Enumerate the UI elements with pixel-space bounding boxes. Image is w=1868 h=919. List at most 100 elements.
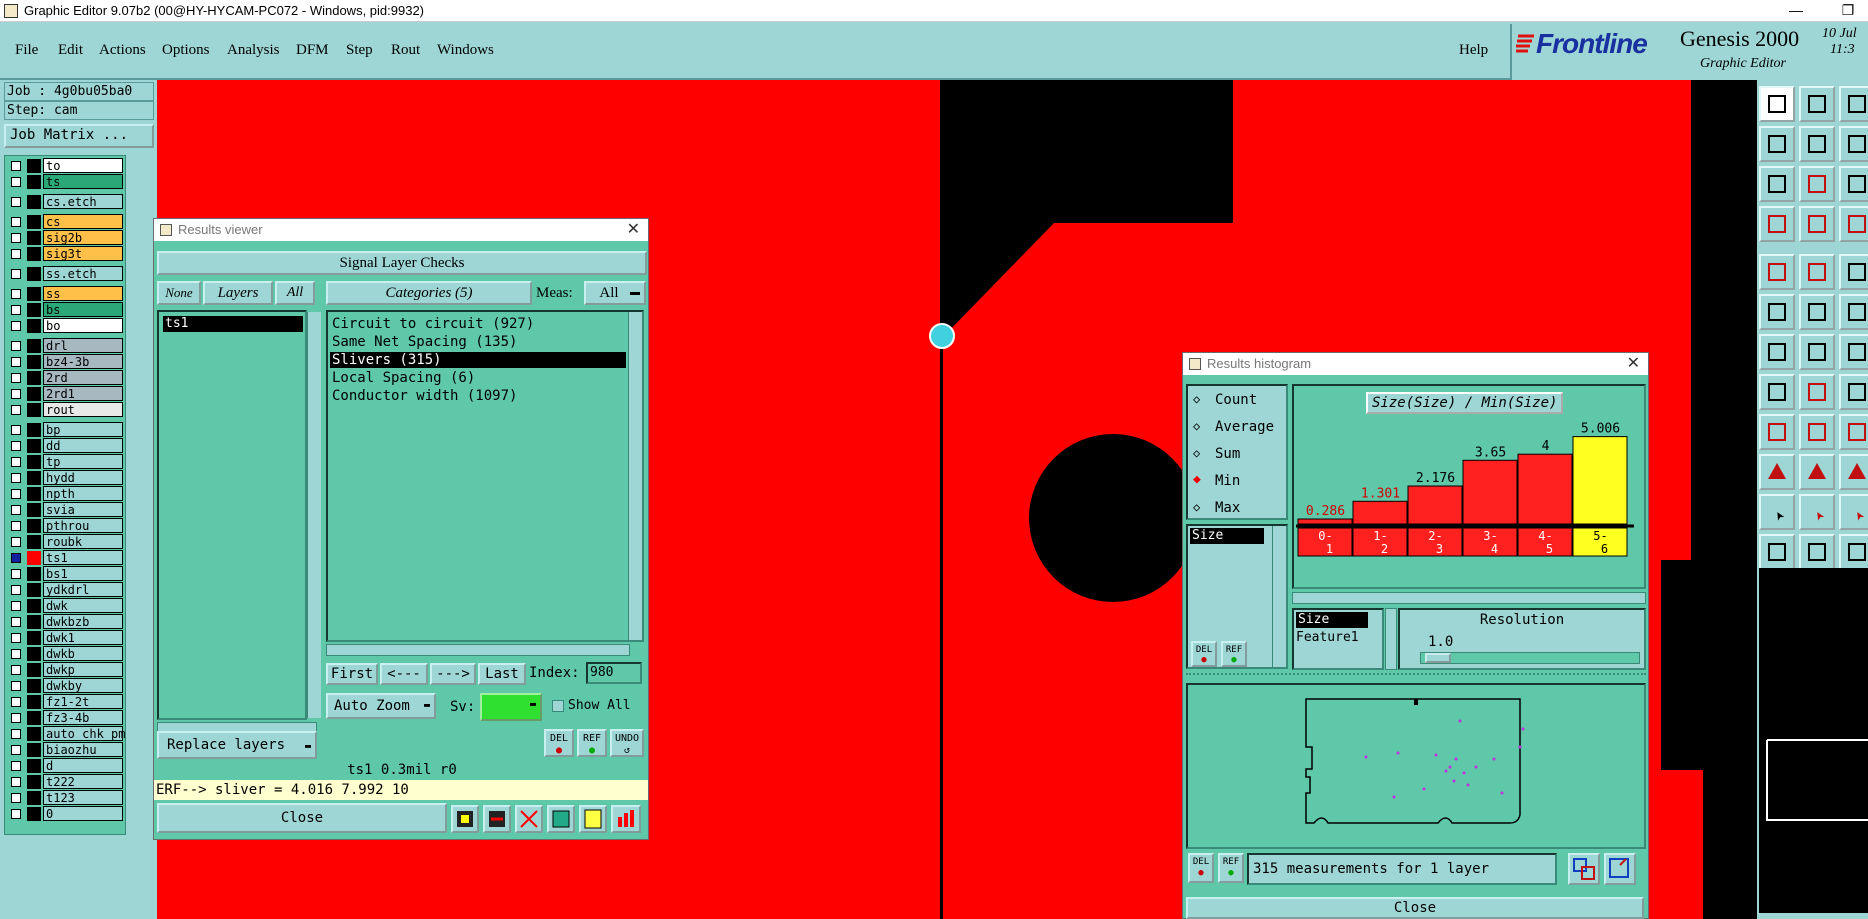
layers-list[interactable]: ts1 [157, 310, 321, 720]
menu-options[interactable]: Options [162, 42, 210, 59]
layer-checkbox[interactable] [11, 649, 21, 659]
layer-checkbox[interactable] [11, 405, 21, 415]
layer-checkbox[interactable] [11, 713, 21, 723]
category-item[interactable]: Circuit to circuit (927) [332, 316, 534, 332]
layer-checkbox[interactable] [11, 305, 21, 315]
minimize-button[interactable]: — [1776, 1, 1816, 21]
layer-row[interactable]: hydd [7, 470, 125, 486]
menu-dfm[interactable]: DFM [296, 42, 329, 59]
layer-name[interactable]: pthrou [43, 518, 123, 533]
close-button[interactable]: Close [157, 803, 447, 833]
zoom-selection-icon[interactable] [1604, 853, 1636, 885]
layer-checkbox[interactable] [11, 177, 21, 187]
categories-hscrollbar[interactable] [326, 644, 630, 656]
chart-hscrollbar[interactable] [1292, 592, 1646, 604]
cross-tool-icon[interactable] [515, 805, 543, 833]
layer-row[interactable]: bo [7, 318, 125, 334]
layer-row[interactable]: tp [7, 454, 125, 470]
layer-row[interactable]: cs.etch [7, 194, 125, 210]
tool-button[interactable] [1839, 414, 1868, 450]
tool-button[interactable] [1759, 374, 1795, 410]
menu-step[interactable]: Step [346, 42, 373, 59]
layer-row[interactable]: 2rd [7, 370, 125, 386]
preview-area[interactable] [1186, 683, 1646, 849]
tool-button[interactable] [1799, 454, 1835, 490]
layer-name[interactable]: cs [43, 214, 123, 229]
tool-button[interactable] [1839, 126, 1868, 162]
histogram-bar[interactable] [1297, 518, 1353, 525]
layer-row[interactable]: ts1 [7, 550, 125, 566]
layer-row[interactable]: drl [7, 338, 125, 354]
layer-name[interactable]: to [43, 158, 123, 173]
layer-checkbox[interactable] [11, 793, 21, 803]
maximize-button[interactable]: ❐ [1828, 1, 1868, 21]
layer-row[interactable]: cs [7, 214, 125, 230]
layer-name[interactable]: tp [43, 454, 123, 469]
layer-row[interactable]: npth [7, 486, 125, 502]
meas-dropdown[interactable]: All ▬ [584, 281, 646, 305]
menu-rout[interactable]: Rout [391, 42, 420, 59]
layer-name[interactable]: dwkb [43, 646, 123, 661]
field-list-scrollbar[interactable] [1272, 526, 1286, 667]
tool-button[interactable] [1799, 254, 1835, 290]
preview-ref-button[interactable]: REF ● [1218, 853, 1244, 883]
tool-button[interactable] [1759, 454, 1795, 490]
layer-checkbox[interactable] [11, 505, 21, 515]
layer-checkbox[interactable] [11, 617, 21, 627]
layer-checkbox[interactable] [11, 745, 21, 755]
tool-button[interactable] [1799, 126, 1835, 162]
layer-row[interactable]: t222 [7, 774, 125, 790]
tool-button[interactable] [1759, 334, 1795, 370]
layer-name[interactable]: ts1 [43, 550, 123, 565]
layer-checkbox[interactable] [11, 441, 21, 451]
layer-row[interactable]: biaozhu [7, 742, 125, 758]
tool-button[interactable] [1799, 206, 1835, 242]
first-button[interactable]: First [326, 663, 378, 685]
layer-row[interactable]: fz1-2t [7, 694, 125, 710]
field-item-size[interactable]: Size [1190, 528, 1264, 544]
layer-row[interactable]: sig3t [7, 246, 125, 262]
tool-button[interactable] [1799, 86, 1835, 122]
layer-row[interactable]: pthrou [7, 518, 125, 534]
layer-row[interactable]: d [7, 758, 125, 774]
histogram-bar[interactable] [1407, 485, 1463, 525]
highlight-tool-icon[interactable] [451, 805, 479, 833]
erase-tool-icon[interactable] [483, 805, 511, 833]
layer-row[interactable]: bp [7, 422, 125, 438]
option-max[interactable]: ◇ Max [1191, 498, 1288, 518]
tool-button[interactable] [1839, 334, 1868, 370]
option-count[interactable]: ◇ Count [1191, 390, 1288, 410]
step-tool-icon[interactable] [547, 805, 575, 833]
layer-checkbox[interactable] [11, 341, 21, 351]
layer-name[interactable]: fz1-2t [43, 694, 123, 709]
bottom-list-scrollbar[interactable] [1385, 608, 1397, 670]
tool-button[interactable] [1839, 206, 1868, 242]
layer-row[interactable]: to [7, 158, 125, 174]
bottom-field-list[interactable]: Size Feature1 [1292, 608, 1384, 670]
undo-button[interactable]: UNDO ↺ [610, 729, 644, 757]
layer-checkbox[interactable] [11, 357, 21, 367]
layer-name[interactable]: npth [43, 486, 123, 501]
layer-name[interactable]: dwkby [43, 678, 123, 693]
categories-scrollbar[interactable] [628, 312, 642, 640]
last-button[interactable]: Last [478, 663, 526, 685]
show-all-checkbox[interactable] [552, 700, 564, 712]
layer-checkbox[interactable] [11, 777, 21, 787]
layer-name[interactable]: 0 [43, 806, 123, 821]
layer-name[interactable]: d [43, 758, 123, 773]
layer-row[interactable]: ss.etch [7, 266, 125, 282]
option-min[interactable]: ◆ Min [1191, 471, 1288, 491]
categories-list[interactable]: Circuit to circuit (927) Same Net Spacin… [326, 310, 644, 642]
preview-del-button[interactable]: DEL ● [1188, 853, 1214, 883]
option-sum[interactable]: ◇ Sum [1191, 444, 1288, 464]
layer-name[interactable]: dwk [43, 598, 123, 613]
layer-checkbox[interactable] [11, 665, 21, 675]
resolution-slider[interactable] [1420, 652, 1640, 664]
layer-checkbox[interactable] [11, 269, 21, 279]
layer-name[interactable]: rout [43, 402, 123, 417]
zoom-fit-icon[interactable] [1568, 853, 1600, 885]
layer-row[interactable]: svia [7, 502, 125, 518]
menu-windows[interactable]: Windows [437, 42, 494, 59]
layer-name[interactable]: bs [43, 302, 123, 317]
tool-button[interactable] [1759, 294, 1795, 330]
